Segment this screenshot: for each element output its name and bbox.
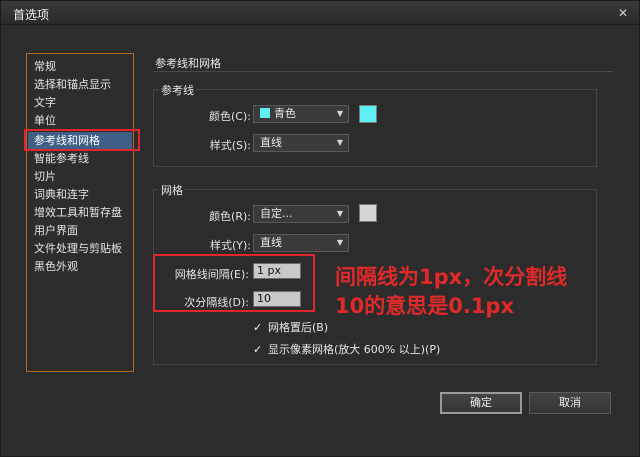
title-bar[interactable]: 首选项 ✕ <box>1 1 639 25</box>
guides-group <box>153 89 597 167</box>
guides-style-value: 直线 <box>260 136 282 149</box>
grids-in-back-label: 网格置后(B) <box>268 321 329 334</box>
checkmark-icon: ✓ <box>253 321 263 334</box>
chevron-down-icon: ▼ <box>336 109 343 118</box>
grid-color-swatch[interactable] <box>359 204 377 222</box>
close-icon[interactable]: ✕ <box>615 5 631 21</box>
grids-in-back-checkbox[interactable]: ✓ 网格置后(B) <box>253 319 328 335</box>
sidebar-item-selection-anchor-display[interactable]: 选择和锚点显示 <box>34 76 111 93</box>
sidebar-item-hyphenation[interactable]: 词典和连字 <box>34 186 89 203</box>
selected-category-highlight-box <box>24 129 140 151</box>
sidebar-item-units[interactable]: 单位 <box>34 112 56 129</box>
guides-color-value: 青色 <box>274 107 296 120</box>
grid-group-label: 网格 <box>159 182 185 198</box>
chevron-down-icon: ▼ <box>336 238 343 247</box>
guides-color-swatch[interactable] <box>359 105 377 123</box>
annotation-line-2: 10的意思是0.1px <box>335 294 515 318</box>
guides-style-dropdown[interactable]: 直线 ▼ <box>253 134 349 152</box>
sidebar-item-slices[interactable]: 切片 <box>34 168 56 185</box>
dialog-title: 首选项 <box>13 8 50 22</box>
guides-group-label: 参考线 <box>159 82 196 98</box>
ok-button[interactable]: 确定 <box>440 392 522 414</box>
sidebar-item-file-handling[interactable]: 文件处理与剪贴板 <box>34 240 122 257</box>
guides-style-label: 样式(S): <box>209 139 251 152</box>
guides-color-dropdown[interactable]: 青色 ▼ <box>253 105 349 123</box>
grid-style-value: 直线 <box>260 236 282 249</box>
preferences-dialog: 首选项 ✕ 常规 选择和锚点显示 文字 单位 参考线和网格 智能参考线 切片 词… <box>0 0 640 457</box>
annotation-line-1: 间隔线为1px，次分割线 <box>335 265 568 289</box>
grid-settings-highlight-box <box>153 254 315 312</box>
sidebar-item-smart-guides[interactable]: 智能参考线 <box>34 150 89 167</box>
guides-color-label: 颜色(C): <box>209 110 251 123</box>
heading-divider <box>153 71 613 72</box>
grid-color-value: 自定... <box>260 207 293 220</box>
chevron-down-icon: ▼ <box>336 138 343 147</box>
show-pixel-grid-label: 显示像素网格(放大 600% 以上)(P) <box>268 343 441 356</box>
panel-title: 参考线和网格 <box>155 57 221 70</box>
grid-color-label: 颜色(R): <box>209 210 251 223</box>
cancel-button[interactable]: 取消 <box>529 392 611 414</box>
show-pixel-grid-checkbox[interactable]: ✓ 显示像素网格(放大 600% 以上)(P) <box>253 341 440 357</box>
grid-color-dropdown[interactable]: 自定... ▼ <box>253 205 349 223</box>
grid-style-label: 样式(Y): <box>209 239 251 252</box>
category-list: 常规 选择和锚点显示 文字 单位 参考线和网格 智能参考线 切片 词典和连字 增… <box>26 53 134 372</box>
chevron-down-icon: ▼ <box>336 209 343 218</box>
checkmark-icon: ✓ <box>253 343 263 356</box>
grid-style-dropdown[interactable]: 直线 ▼ <box>253 234 349 252</box>
sidebar-item-black-appearance[interactable]: 黑色外观 <box>34 258 78 275</box>
sidebar-item-user-interface[interactable]: 用户界面 <box>34 222 78 239</box>
sidebar-item-type[interactable]: 文字 <box>34 94 56 111</box>
sidebar-item-plugins-scratch-disks[interactable]: 增效工具和暂存盘 <box>34 204 122 221</box>
cyan-swatch-icon <box>260 108 270 118</box>
sidebar-item-general[interactable]: 常规 <box>34 58 56 75</box>
